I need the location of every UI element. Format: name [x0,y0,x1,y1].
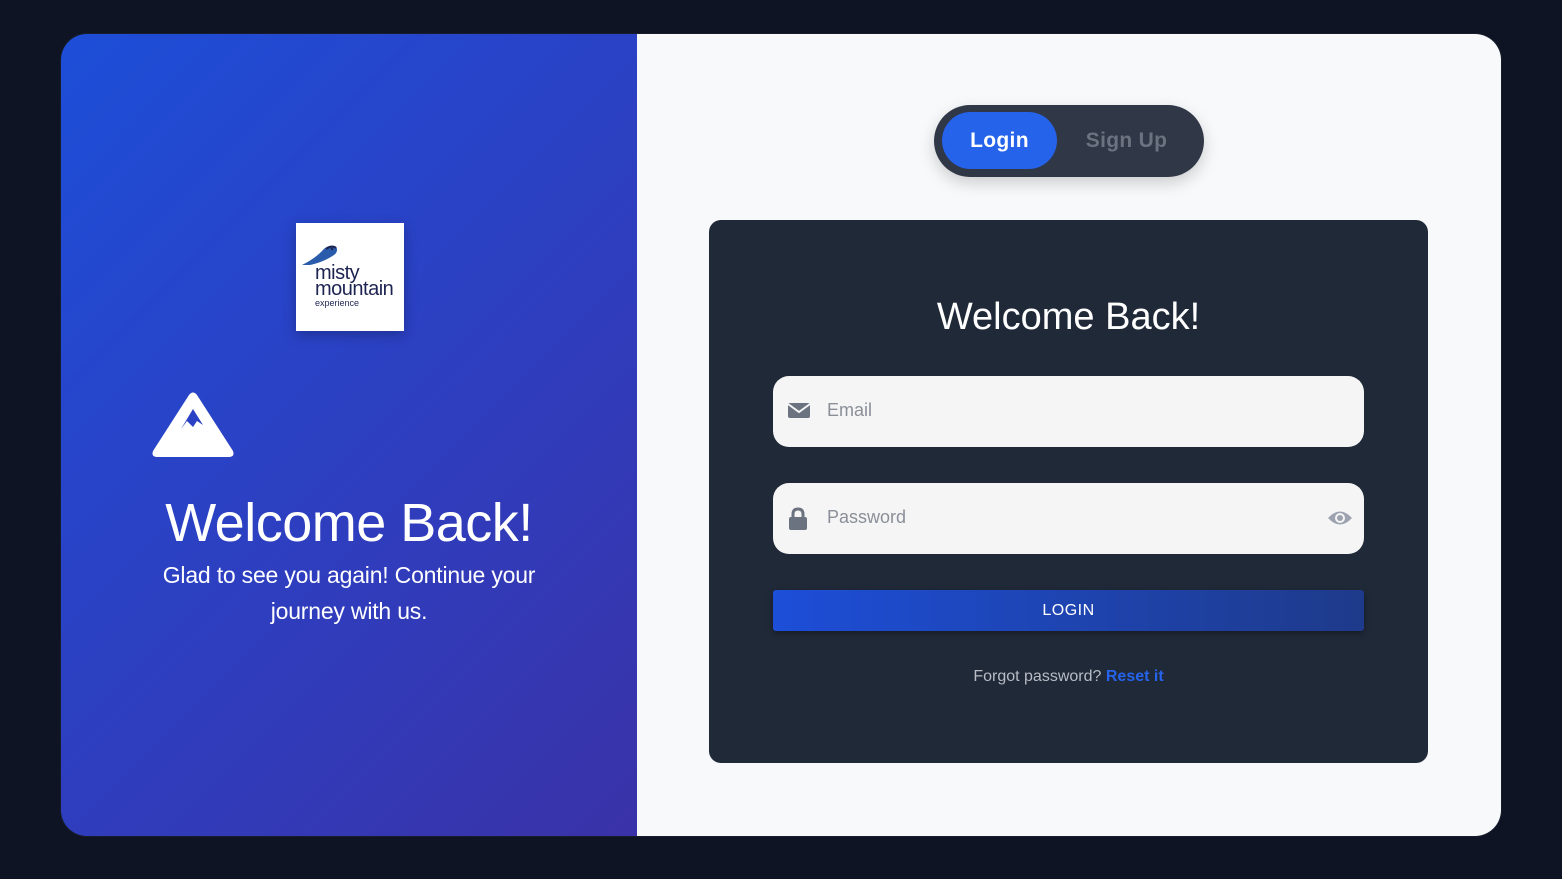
welcome-heading: Welcome Back! [165,493,533,553]
lock-icon [789,507,807,530]
login-card: Welcome Back! Email Password LOGIN Forgo… [709,220,1428,763]
password-field[interactable]: Password [773,483,1364,554]
password-placeholder: Password [827,507,907,527]
reset-password-link[interactable]: Reset it [1106,668,1164,685]
mountain-icon [152,392,234,457]
email-field[interactable]: Email [773,376,1364,447]
tab-signup[interactable]: Sign Up [1064,112,1189,169]
logo-wordmark: misty mountain experience [315,263,394,309]
tab-login[interactable]: Login [942,112,1057,169]
login-button[interactable]: LOGIN [773,590,1364,631]
brand-logo: misty mountain experience [296,223,404,331]
form-title: Welcome Back! [936,296,1201,338]
eye-icon[interactable] [1326,507,1354,529]
form-panel: Login Sign Up Welcome Back! Email Passwo… [637,34,1501,836]
welcome-panel: misty mountain experience Welcome Back! … [61,34,637,836]
auth-window: misty mountain experience Welcome Back! … [61,34,1501,836]
envelope-icon [787,403,811,418]
forgot-password-row: Forgot password? Reset it [709,668,1428,686]
welcome-subtitle: Glad to see you again! Continue your jou… [162,562,536,624]
auth-mode-toggle: Login Sign Up [934,105,1204,177]
logo-line-2: mountain [315,278,394,300]
forgot-password-text: Forgot password? [973,668,1102,685]
email-placeholder: Email [827,400,873,420]
